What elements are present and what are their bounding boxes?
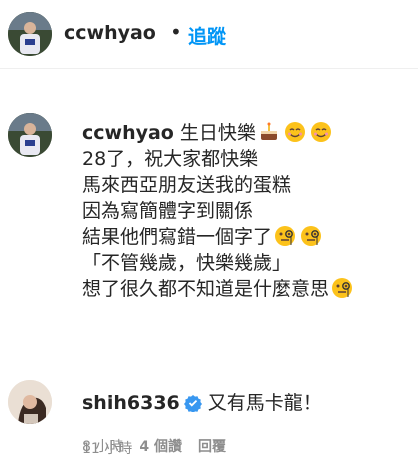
verified-badge-icon — [183, 394, 202, 412]
caption-username[interactable]: ccwhyao — [82, 122, 174, 144]
follow-button[interactable]: 追蹤 — [188, 22, 226, 49]
header-divider — [0, 68, 418, 69]
post-header: ccwhyao • 追蹤 — [0, 0, 418, 68]
comment-likes[interactable]: 4 個讚 — [139, 436, 182, 456]
monocle-face-icon — [274, 225, 296, 247]
comment-meta: 8 小時 4 個讚 回覆 — [82, 436, 226, 456]
caption-line-3: 馬來西亞朋友送我的蛋糕 — [82, 174, 292, 196]
caption-line-4: 因為寫簡體字到關係 — [82, 200, 254, 222]
post-avatar[interactable] — [8, 113, 52, 157]
header-separator: • — [170, 20, 182, 44]
caption-line-7: 想了很久都不知道是什麼意思 — [82, 276, 412, 302]
header-username[interactable]: ccwhyao — [64, 22, 156, 44]
caption-line-5: 結果他們寫錯一個字了 — [82, 224, 412, 250]
cake-emoji-icon — [258, 121, 280, 143]
comment-text: 又有馬卡龍！ — [207, 392, 322, 414]
comment-timestamp[interactable]: 8 小時 — [82, 436, 123, 456]
header-avatar[interactable] — [8, 12, 52, 56]
comment-body: shih6336 又有馬卡龍！ — [82, 388, 322, 415]
caption-text-line: 想了很久都不知道是什麼意思 — [82, 278, 330, 300]
caption-text: ccwhyao 生日快樂 28了，祝大家都快樂 馬來西亞朋友送我的蛋糕 因為寫簡體… — [82, 120, 412, 302]
comment-username[interactable]: shih6336 — [82, 392, 180, 414]
smiling-face-icon — [310, 121, 332, 143]
comment-avatar[interactable] — [8, 380, 52, 424]
caption-text-line: 結果他們寫錯一個字了 — [82, 226, 273, 248]
caption-line-1: ccwhyao 生日快樂 — [82, 120, 412, 146]
caption-text-line: 生日快樂 — [179, 122, 256, 144]
caption-line-6: 「不管幾歲，快樂幾歲」 — [82, 252, 292, 274]
caption-line-2: 28了，祝大家都快樂 — [82, 148, 259, 170]
monocle-face-icon — [331, 277, 353, 299]
reply-button[interactable]: 回覆 — [198, 436, 226, 456]
smiling-face-icon — [284, 121, 306, 143]
monocle-face-icon — [300, 225, 322, 247]
